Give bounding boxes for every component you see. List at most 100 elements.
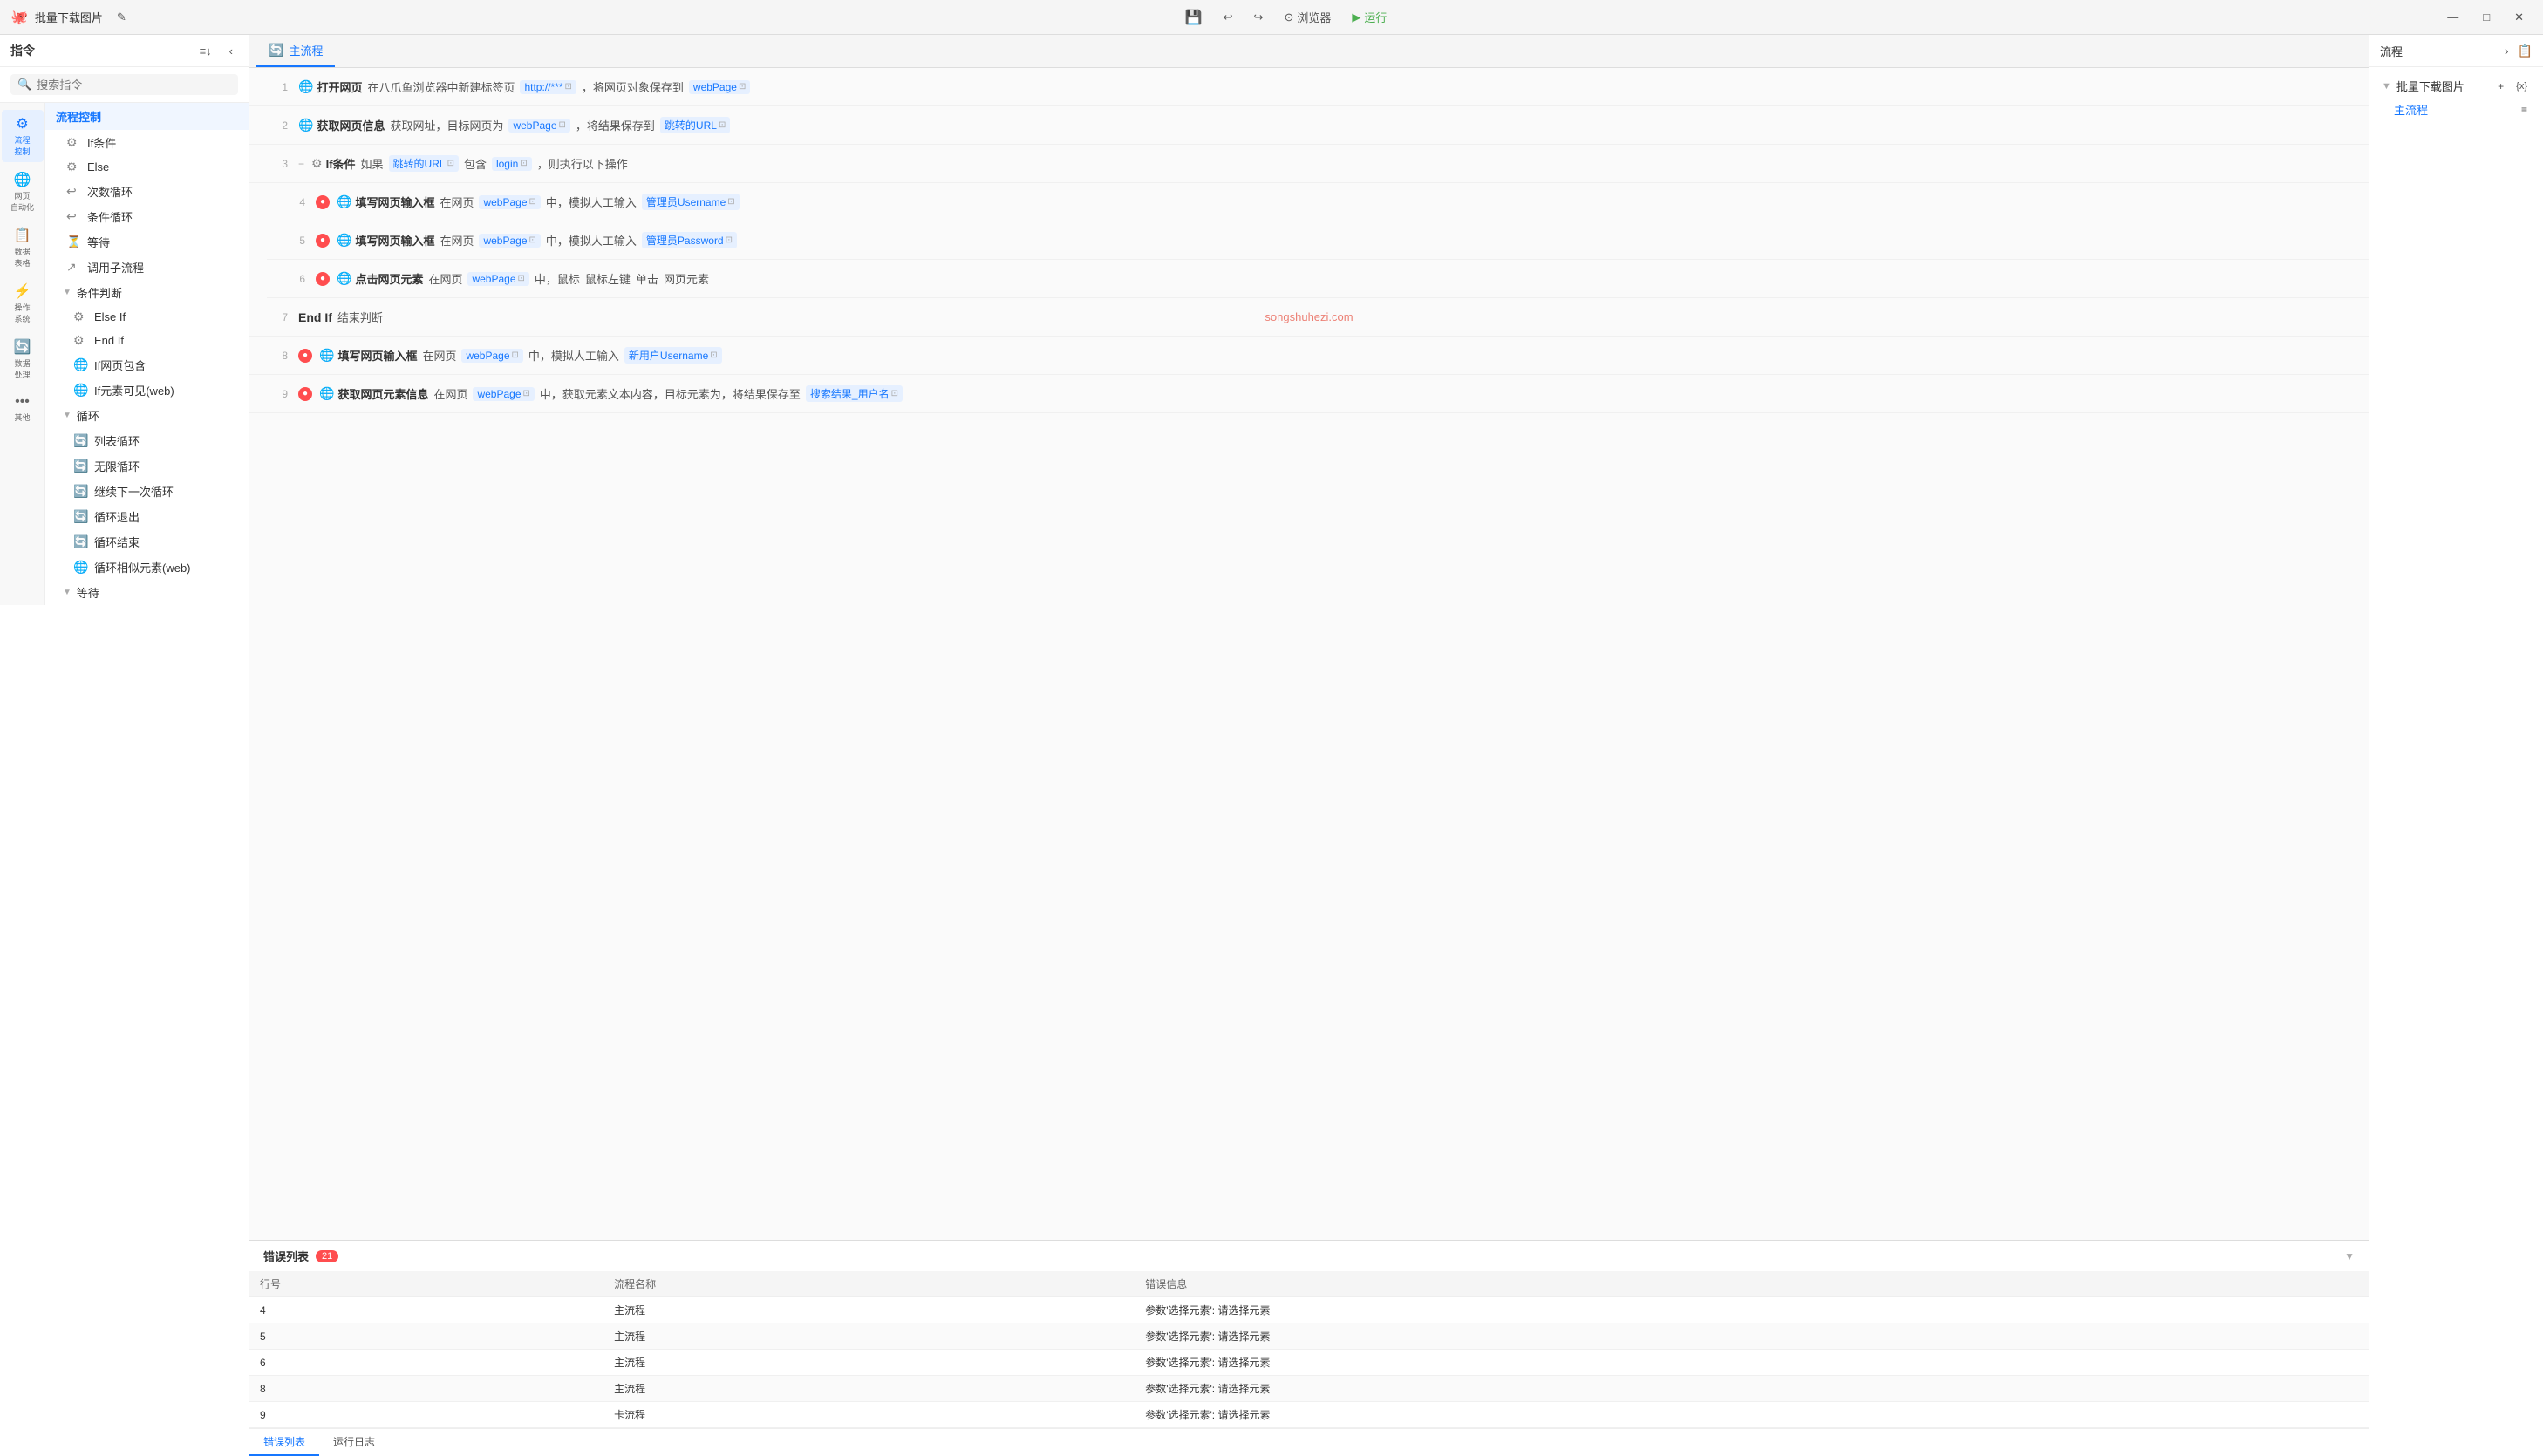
end-if-label: End If — [94, 334, 124, 347]
search-input[interactable] — [37, 78, 231, 92]
step-collapse-3[interactable]: − — [298, 158, 304, 170]
nav-item-other[interactable]: ••• 其他 — [2, 389, 44, 428]
tree-item-call-subflow[interactable]: ↗ 调用子流程 — [45, 255, 249, 280]
var-button[interactable]: {x} — [2512, 80, 2531, 92]
step-error-dot-8: ● — [298, 349, 312, 363]
sidebar-collapse-button[interactable]: ‹ — [224, 43, 238, 59]
cell-flow: 主流程 — [603, 1376, 1135, 1402]
step-row-2[interactable]: 2 🌐 获取网页信息 获取网址，目标网页为 webPage⊡ ，将结果保存到 跳… — [249, 106, 2369, 145]
sidebar-header: 指令 ≡↓ ‹ — [0, 35, 249, 67]
step-icon-3: ⚙ — [311, 156, 323, 171]
tree-item-else-if[interactable]: ⚙ Else If — [45, 305, 249, 329]
tree-item-continue-loop[interactable]: 🔄 继续下一次循环 — [45, 479, 249, 504]
step-row-7[interactable]: 7 End If 结束判断 songshuhezi.com — [249, 298, 2369, 337]
step-error-dot-4: ● — [316, 195, 330, 209]
condition-judge-header[interactable]: ▼ 条件判断 — [45, 280, 249, 305]
error-panel-collapse-icon: ▼ — [2344, 1250, 2355, 1262]
tree-item-loop-similar[interactable]: 🌐 循环相似元素(web) — [45, 555, 249, 580]
tree-item-list-loop[interactable]: 🔄 列表循环 — [45, 428, 249, 453]
step-error-dot-5: ● — [316, 234, 330, 248]
loop-header[interactable]: ▼ 循环 — [45, 403, 249, 428]
minimize-button[interactable]: — — [2438, 7, 2467, 27]
tree-item-loop-end[interactable]: 🔄 循环结束 — [45, 529, 249, 555]
save-button[interactable]: 💾 — [1178, 5, 1210, 30]
flow-control-icon: ⚙ — [16, 115, 28, 133]
tree-item-if-page-contain[interactable]: 🌐 If网页包含 — [45, 352, 249, 378]
sidebar-sort-button[interactable]: ≡↓ — [194, 43, 217, 59]
step-row-8[interactable]: 8 ● 🌐 填写网页输入框 在网页 webPage⊡ 中，模拟人工输入 新用户U… — [249, 337, 2369, 375]
right-panel-icon: 📋 — [2518, 44, 2533, 58]
step-row-4[interactable]: 4 ● 🌐 填写网页输入框 在网页 webPage⊡ 中，模拟人工输入 管理员U… — [267, 183, 2369, 221]
step-num-2: 2 — [263, 119, 288, 132]
step-row-1[interactable]: 1 🌐 打开网页 在八爪鱼浏览器中新建标签页 http://***⊡ ，将网页对… — [249, 68, 2369, 106]
end-if-icon: ⚙ — [73, 333, 87, 348]
redo-button[interactable]: ↪ — [1247, 7, 1271, 28]
tree-item-if-condition[interactable]: ⚙ If条件 — [45, 130, 249, 155]
tree-item-count-loop[interactable]: ↩ 次数循环 — [45, 179, 249, 204]
else-label: Else — [87, 160, 109, 173]
tree-item-loop-exit[interactable]: 🔄 循环退出 — [45, 504, 249, 529]
step-row-5[interactable]: 5 ● 🌐 填写网页输入框 在网页 webPage⊡ 中，模拟人工输入 管理员P… — [267, 221, 2369, 260]
cell-flow: 主流程 — [603, 1297, 1135, 1323]
layer-button[interactable]: ≡ — [2518, 103, 2531, 117]
right-subflow-item[interactable]: 主流程 ≡ — [2376, 98, 2536, 121]
right-expand-button[interactable]: › — [2501, 42, 2512, 59]
browser-button[interactable]: ⊙ 浏览器 — [1277, 5, 1338, 29]
main-flow-icon: 🔄 — [269, 43, 283, 58]
step-row-6[interactable]: 6 ● 🌐 点击网页元素 在网页 webPage⊡ 中，鼠标 鼠标左键 单击 网… — [267, 260, 2369, 298]
right-tree-project[interactable]: ▼ 批量下载图片 + {x} — [2376, 74, 2536, 98]
step-row-3[interactable]: 3 − ⚙ If条件 如果 跳转的URL⊡ 包含 login⊡ ，则执行以下操作 — [249, 145, 2369, 183]
undo-button[interactable]: ↩ — [1217, 7, 1240, 28]
flow-tabs: 🔄 主流程 — [249, 35, 2369, 68]
nav-item-flow-control[interactable]: ⚙ 流程控制 — [2, 110, 44, 162]
step-num-3: 3 — [263, 158, 288, 170]
maximize-button[interactable]: □ — [2474, 7, 2499, 27]
nav-item-data-table[interactable]: 📋 数据表格 — [2, 221, 44, 274]
if-element-icon: 🌐 — [73, 383, 87, 398]
if-page-icon: 🌐 — [73, 357, 87, 372]
cell-line: 9 — [249, 1402, 603, 1428]
infinite-loop-icon: 🔄 — [73, 459, 87, 473]
tab-main-flow[interactable]: 🔄 主流程 — [256, 35, 335, 67]
col-error: 错误信息 — [1135, 1271, 2369, 1297]
condition-judge-label: 条件判断 — [77, 284, 122, 301]
save-icon: 💾 — [1185, 9, 1203, 26]
tab-error-list[interactable]: 错误列表 — [249, 1429, 319, 1456]
tree-item-else[interactable]: ⚙ Else — [45, 155, 249, 179]
loop-end-label: 循环结束 — [94, 534, 140, 550]
tab-run-log[interactable]: 运行日志 — [319, 1429, 389, 1456]
step-icon-5: 🌐 — [337, 233, 351, 248]
condition-loop-icon: ↩ — [66, 209, 80, 224]
continue-loop-icon: 🔄 — [73, 484, 87, 499]
step-content-4: 填写网页输入框 在网页 webPage⊡ 中，模拟人工输入 管理员Usernam… — [355, 194, 2355, 210]
nav-item-web-automation[interactable]: 🌐 网页自动化 — [2, 166, 44, 218]
wait-section-header[interactable]: ▼ 等待 — [45, 580, 249, 605]
tree-item-condition-loop[interactable]: ↩ 条件循环 — [45, 204, 249, 229]
tree-content: 流程控制 ⚙ If条件 ⚙ Else ↩ 次数循环 ↩ — [45, 103, 249, 605]
cell-line: 4 — [249, 1297, 603, 1323]
tree-item-if-element-visible[interactable]: 🌐 If元素可见(web) — [45, 378, 249, 403]
tree-item-infinite-loop[interactable]: 🔄 无限循环 — [45, 453, 249, 479]
sidebar-nav-layout: ⚙ 流程控制 🌐 网页自动化 📋 数据表格 ⚡ 操作系统 — [0, 103, 249, 605]
toolbar-center: 💾 ↩ ↪ ⊙ 浏览器 ▶ 运行 — [147, 5, 2424, 30]
sidebar-header-actions: ≡↓ ‹ — [194, 43, 238, 59]
step-row-9[interactable]: 9 ● 🌐 获取网页元素信息 在网页 webPage⊡ 中，获取元素文本内容，目… — [249, 375, 2369, 413]
edit-button[interactable]: ✎ — [110, 7, 133, 28]
close-button[interactable]: ✕ — [2506, 7, 2533, 28]
error-panel-header[interactable]: 错误列表 21 ▼ — [249, 1241, 2369, 1271]
undo-icon: ↩ — [1224, 10, 1233, 24]
nav-item-data-processing[interactable]: 🔄 数据处理 — [2, 333, 44, 385]
main-flow-label: 主流程 — [289, 42, 323, 58]
chevron-down-icon: ▼ — [2382, 81, 2391, 92]
title-bar: 🐙 批量下载图片 ✎ 💾 ↩ ↪ ⊙ 浏览器 ▶ 运行 — □ ✕ — [0, 0, 2543, 35]
step-num-1: 1 — [263, 81, 288, 93]
else-if-icon: ⚙ — [73, 310, 87, 324]
add-flow-button[interactable]: + — [2494, 79, 2507, 93]
nav-item-operation-system[interactable]: ⚡ 操作系统 — [2, 277, 44, 330]
else-icon: ⚙ — [66, 160, 80, 174]
tree-item-end-if[interactable]: ⚙ End If — [45, 329, 249, 352]
step-content-6: 点击网页元素 在网页 webPage⊡ 中，鼠标 鼠标左键 单击 网页元素 — [355, 270, 2355, 287]
run-button[interactable]: ▶ 运行 — [1345, 5, 1394, 29]
tree-item-wait[interactable]: ⏳ 等待 — [45, 229, 249, 255]
flow-control-header[interactable]: 流程控制 — [45, 103, 249, 130]
